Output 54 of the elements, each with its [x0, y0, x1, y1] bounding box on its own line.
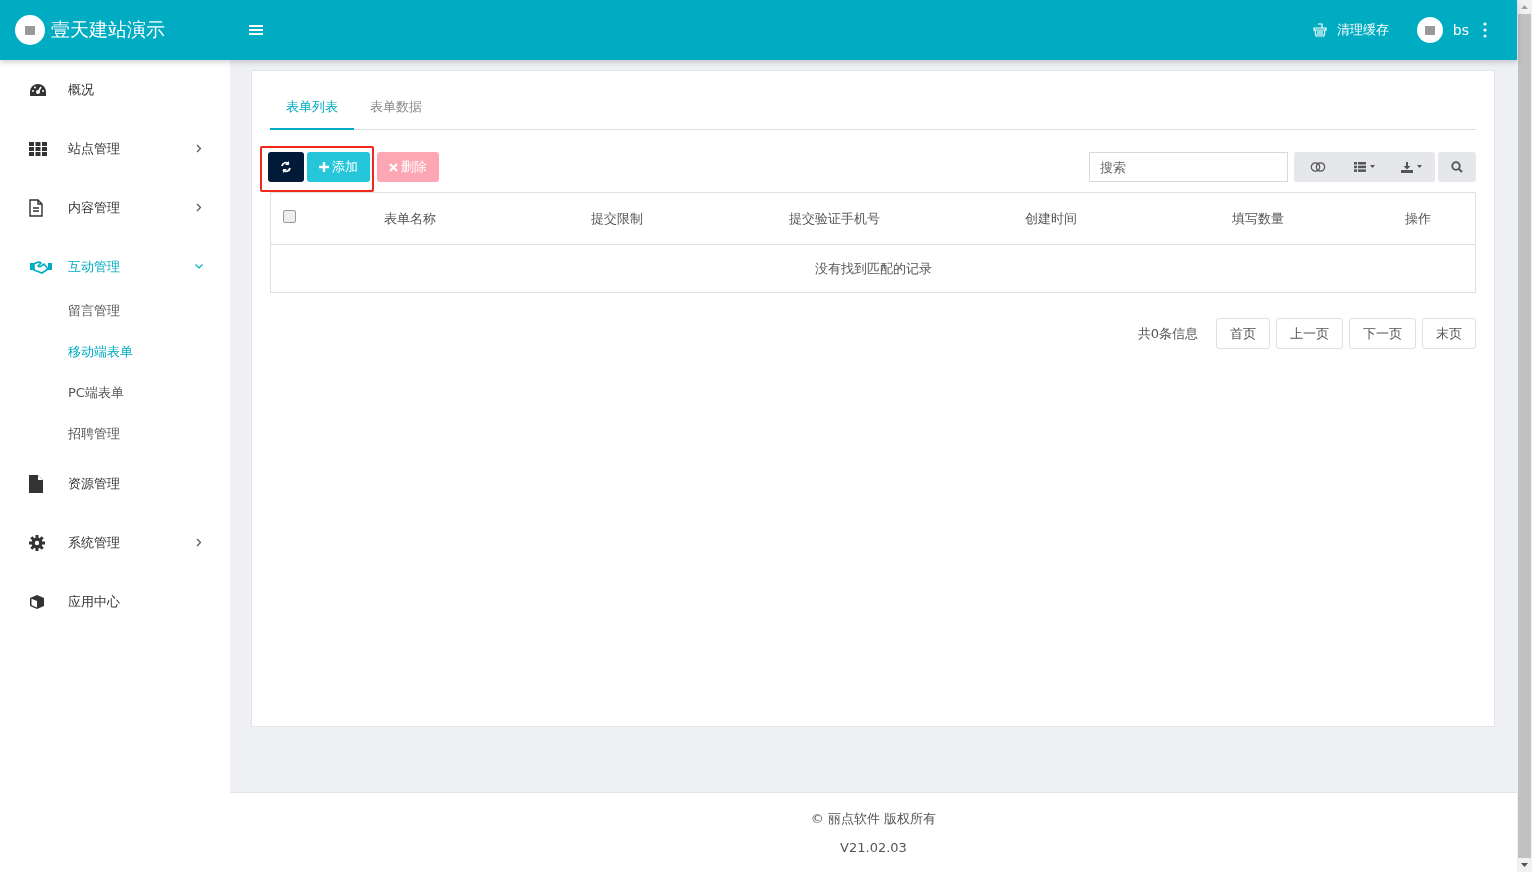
submenu-item[interactable]: 留言管理 [0, 290, 230, 331]
total-count: 共0条信息 [1137, 324, 1198, 343]
document-icon [29, 198, 43, 217]
nav-item[interactable]: 概况 [0, 60, 230, 119]
page-button[interactable]: 末页 [1422, 318, 1476, 349]
toggle-icon [1309, 162, 1326, 172]
version-text: V21.02.03 [840, 840, 907, 855]
column-header: 提交验证手机号 [787, 209, 881, 228]
logo-icon [15, 15, 45, 45]
gauge-icon [29, 82, 47, 97]
chevron-icon [196, 144, 202, 153]
refresh-button[interactable] [268, 152, 304, 182]
page-button[interactable]: 下一页 [1349, 318, 1416, 349]
column-header: 填写数量 [1230, 209, 1285, 228]
basket-icon [1312, 23, 1327, 37]
nav-item[interactable]: 系统管理 [0, 513, 230, 572]
nav-item[interactable]: 内容管理 [0, 178, 230, 237]
search-button[interactable] [1438, 152, 1476, 182]
empty-message: 没有找到匹配的记录 [814, 259, 932, 278]
settings-icon [29, 534, 45, 551]
scroll-thumb[interactable] [1518, 14, 1531, 858]
grid-icon [29, 141, 47, 156]
search-icon [1451, 161, 1463, 173]
nav-item[interactable]: 站点管理 [0, 119, 230, 178]
more-icon[interactable] [1483, 22, 1487, 38]
column-header: 提交限制 [590, 209, 645, 228]
copyright-text: © 丽点软件 版权所有 [810, 810, 937, 828]
close-icon [389, 162, 398, 172]
page-button[interactable]: 上一页 [1276, 318, 1343, 349]
column-header: 表单名称 [383, 209, 438, 228]
menu-icon[interactable] [249, 24, 263, 36]
tab[interactable]: 表单数据 [354, 85, 438, 129]
column-header: 操作 [1404, 209, 1433, 228]
avatar[interactable] [1416, 17, 1443, 43]
cube-icon [29, 593, 45, 610]
column-header: 创建时间 [1024, 209, 1079, 228]
nav-item[interactable]: 资源管理 [0, 454, 230, 513]
page-button[interactable]: 首页 [1216, 318, 1270, 349]
download-caret-icon [1400, 161, 1423, 173]
nav-item[interactable]: 应用中心 [0, 572, 230, 631]
submenu-item[interactable]: PC端表单 [0, 372, 230, 413]
handshake-icon [29, 259, 53, 274]
chevron-icon [194, 263, 204, 270]
chevron-icon [196, 203, 202, 212]
search-field[interactable]: 搜索 [1089, 152, 1288, 182]
site-title: 壹天建站演示 [51, 17, 165, 42]
refresh-icon [280, 161, 292, 173]
select-all-checkbox[interactable] [282, 210, 296, 223]
plus-icon [319, 162, 329, 172]
list-caret-icon [1353, 162, 1376, 172]
scrollbar[interactable] [1517, 0, 1532, 872]
submenu-item[interactable]: 招聘管理 [0, 413, 230, 454]
chevron-icon [196, 538, 202, 547]
file-icon [29, 474, 43, 493]
